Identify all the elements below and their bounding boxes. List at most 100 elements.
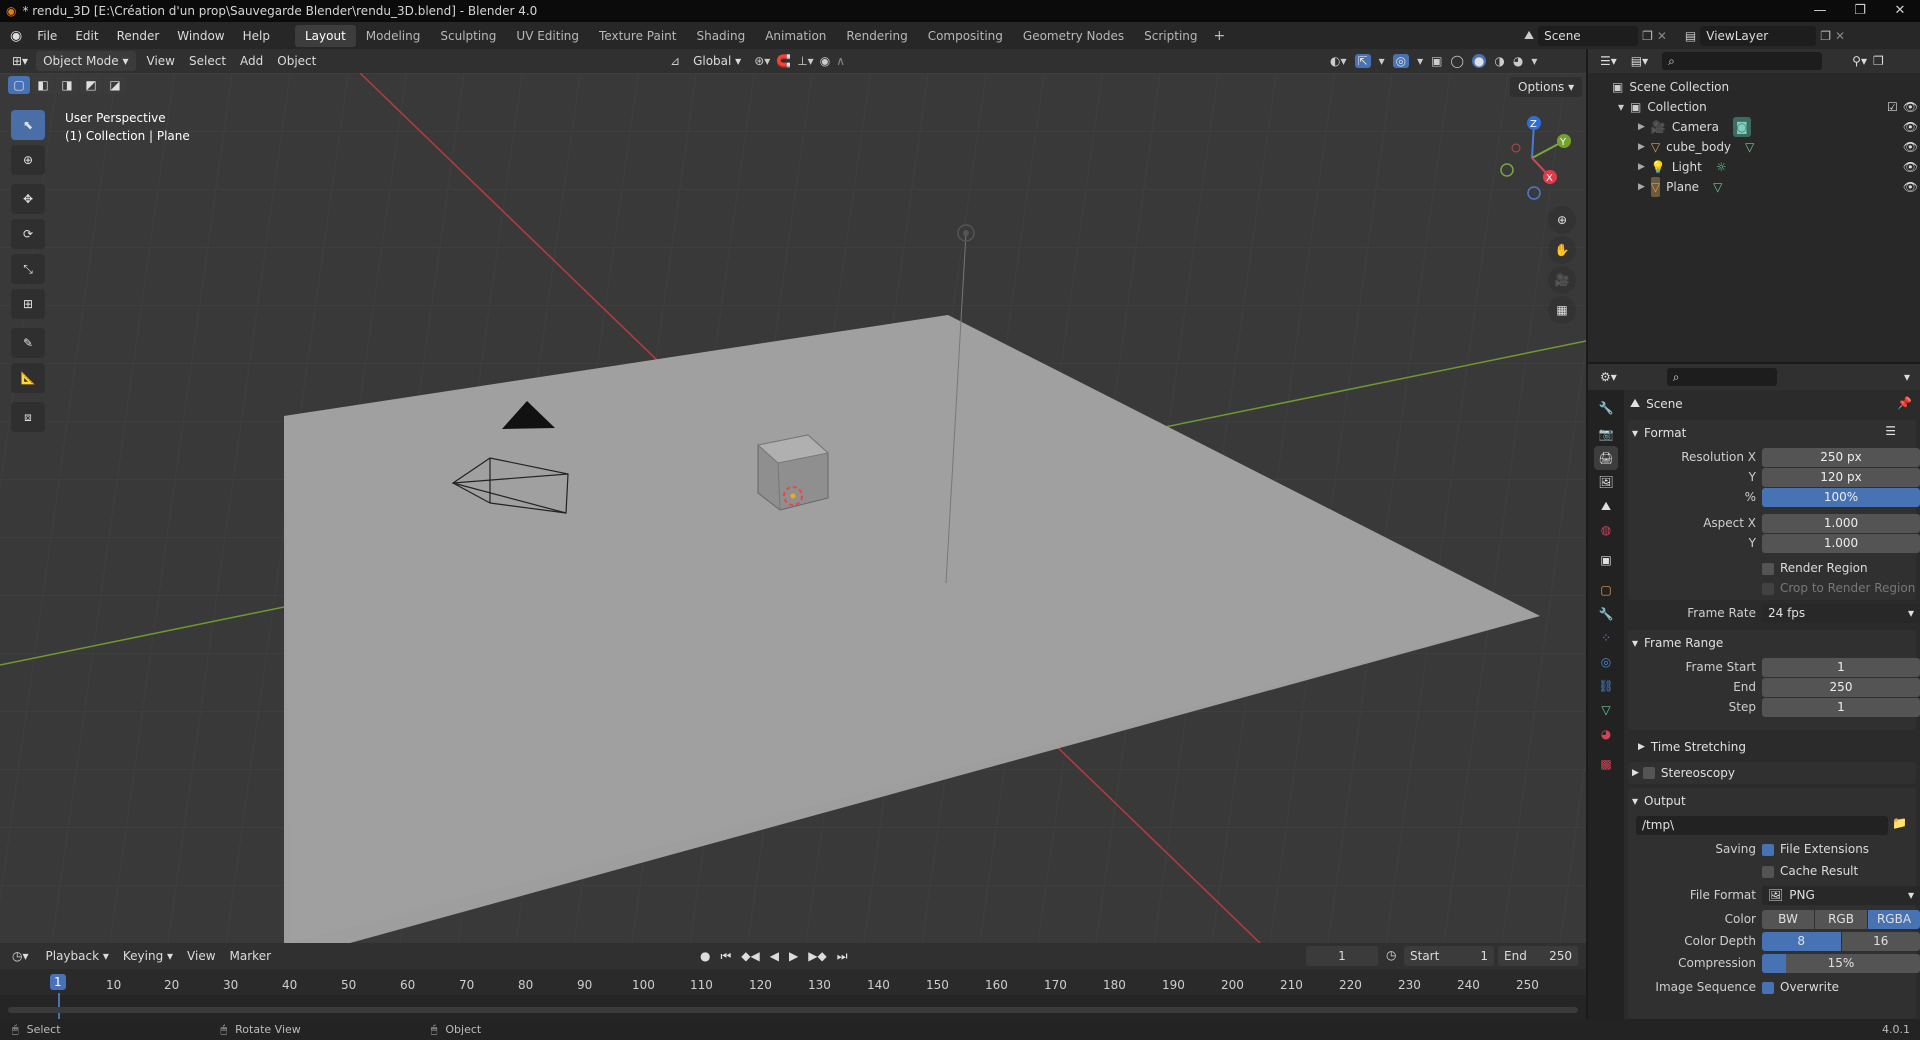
wireframe-shading-icon[interactable]: ◯ — [1450, 54, 1463, 68]
tab-modeling[interactable]: Modeling — [356, 25, 431, 47]
cache-result-checkbox[interactable]: Cache Result — [1762, 862, 1858, 881]
tab-data[interactable]: ▽ — [1594, 698, 1618, 722]
camera-view-button[interactable]: 🎥 — [1548, 266, 1576, 294]
select-invert-icon[interactable]: ◩ — [80, 76, 102, 94]
outliner-scene-collection[interactable]: ▣ Scene Collection — [1612, 77, 1920, 97]
select-new-icon[interactable]: ▢ — [8, 76, 30, 94]
current-frame-marker[interactable]: 1 — [50, 974, 66, 990]
snap-target-icon[interactable]: ⊥▾ — [797, 54, 813, 68]
color-rgb-option[interactable]: RGB — [1815, 910, 1867, 929]
tab-collection[interactable]: ▣ — [1594, 548, 1618, 572]
add-workspace-icon[interactable]: + — [1214, 28, 1226, 44]
end-frame-field[interactable]: End 250 — [1498, 946, 1578, 966]
snap-icon[interactable]: 🧲 — [776, 54, 791, 68]
file-format-dropdown[interactable]: 🖼 PNG ▾ — [1762, 886, 1920, 905]
menu-window[interactable]: Window — [168, 25, 233, 47]
object-mode-dropdown[interactable]: Object Mode ▾ — [36, 51, 136, 71]
tab-uv-editing[interactable]: UV Editing — [506, 25, 589, 47]
menu-object[interactable]: Object — [270, 51, 323, 71]
resolution-pct-field[interactable]: 100% — [1762, 488, 1920, 507]
frame-range-header[interactable]: ▾ Frame Range — [1632, 632, 1723, 654]
resolution-y-field[interactable]: 120 px — [1762, 468, 1920, 487]
orientation-dropdown[interactable]: Global ▾ — [686, 51, 748, 71]
select-intersect-icon[interactable]: ◪ — [104, 76, 126, 94]
folder-icon[interactable]: 📁 — [1892, 816, 1907, 830]
menu-file[interactable]: File — [28, 25, 66, 47]
xray-icon[interactable]: ▣ — [1431, 54, 1442, 68]
delete-view-layer-icon[interactable]: ✕ — [1835, 29, 1845, 43]
color-rgba-option[interactable]: RGBA — [1868, 910, 1920, 929]
annotate-tool[interactable]: ✎ — [11, 328, 45, 358]
tab-geometry-nodes[interactable]: Geometry Nodes — [1013, 25, 1134, 47]
proportional-edit-icon[interactable]: ◉ — [820, 54, 830, 68]
solid-shading-icon[interactable]: ● — [1471, 54, 1487, 68]
viewport-scene[interactable] — [0, 73, 1586, 943]
jump-start-icon[interactable]: ⏮ — [720, 949, 731, 964]
compression-slider[interactable]: 15% — [1762, 954, 1920, 973]
filter-icon[interactable]: ⚲▾ — [1852, 54, 1867, 68]
tab-animation[interactable]: Animation — [755, 25, 836, 47]
clock-icon[interactable]: ◷ — [1386, 948, 1396, 962]
play-icon[interactable]: ▶ — [789, 949, 798, 963]
measure-tool[interactable]: 📐 — [11, 363, 45, 393]
play-reverse-icon[interactable]: ◀ — [770, 949, 779, 963]
expand-arrow-icon[interactable]: ▶ — [1638, 137, 1645, 157]
eye-icon[interactable]: 👁 — [1903, 137, 1918, 157]
mesh-data-icon[interactable]: ▽ — [1745, 137, 1754, 157]
menu-help[interactable]: Help — [234, 25, 279, 47]
menu-marker[interactable]: Marker — [223, 946, 278, 966]
overlays-icon[interactable]: ◎ — [1392, 54, 1410, 68]
frame-rate-dropdown[interactable]: 24 fps ▾ — [1762, 604, 1920, 623]
checkbox-icon[interactable]: ☑ — [1887, 97, 1898, 117]
jump-end-icon[interactable]: ⏭ — [837, 949, 848, 964]
color-bw-option[interactable]: BW — [1762, 910, 1814, 929]
timeline-area[interactable]: 1 10 20 30 40 50 60 70 80 90 100 110 120… — [0, 969, 1586, 1019]
tab-tool[interactable]: 🔧 — [1594, 396, 1618, 420]
minimize-icon[interactable]: — — [1800, 0, 1840, 22]
tab-constraints[interactable]: ⛓ — [1594, 674, 1618, 698]
editor-type-icon[interactable]: ⊞▾ — [12, 54, 28, 68]
tab-rendering[interactable]: Rendering — [836, 25, 917, 47]
tab-render[interactable]: 📷 — [1594, 422, 1618, 446]
next-keyframe-icon[interactable]: ▶◆ — [808, 949, 826, 963]
depth-16-option[interactable]: 16 — [1841, 932, 1920, 951]
camera-data-icon[interactable]: ◙ — [1732, 117, 1751, 137]
tab-compositing[interactable]: Compositing — [918, 25, 1013, 47]
menu-view[interactable]: View — [140, 51, 182, 71]
aspect-y-field[interactable]: 1.000 — [1762, 534, 1920, 553]
navigation-gizmo[interactable]: Z Y X — [1492, 113, 1582, 203]
time-stretching-header[interactable]: ▶ Time Stretching — [1638, 736, 1746, 758]
current-frame-field[interactable]: 1 — [1306, 946, 1378, 966]
display-mode-icon[interactable]: ▤▾ — [1631, 54, 1648, 68]
tab-particles[interactable]: ⁘ — [1594, 626, 1618, 650]
tab-scripting[interactable]: Scripting — [1134, 25, 1207, 47]
visibility-icon[interactable]: ◐▾ — [1330, 54, 1347, 68]
outliner-item-light[interactable]: ▶ 💡 Light ☼ 👁📷 — [1638, 157, 1920, 177]
tab-output[interactable]: 🖨 — [1594, 446, 1618, 470]
properties-editor-icon[interactable]: ⚙▾ — [1600, 370, 1617, 384]
menu-keying[interactable]: Keying ▾ — [116, 946, 180, 966]
ortho-toggle-button[interactable]: ▦ — [1548, 296, 1576, 324]
cursor-tool[interactable]: ⊕ — [11, 145, 45, 175]
blender-menu-icon[interactable]: ◉ — [10, 28, 22, 44]
menu-edit[interactable]: Edit — [66, 25, 107, 47]
frame-step-field[interactable]: 1 — [1762, 698, 1920, 717]
pan-button[interactable]: ✋ — [1548, 236, 1576, 264]
scene-icon[interactable]: ⛰ — [1524, 28, 1534, 43]
tab-layout[interactable]: Layout — [294, 24, 356, 47]
eye-icon[interactable]: 👁 — [1903, 157, 1918, 177]
rendered-shading-icon[interactable]: ◕ — [1513, 54, 1523, 68]
properties-search-input[interactable]: ⌕ — [1666, 368, 1777, 386]
prev-keyframe-icon[interactable]: ◆◀ — [741, 949, 759, 963]
tab-texture-paint[interactable]: Texture Paint — [589, 25, 686, 47]
falloff-icon[interactable]: ∧ — [836, 54, 845, 68]
timeline-scrollbar[interactable] — [8, 1007, 1578, 1013]
stereoscopy-panel[interactable]: ▶ Stereoscopy — [1628, 762, 1916, 784]
aspect-x-field[interactable]: 1.000 — [1762, 514, 1920, 533]
shading-options-icon[interactable]: ▾ — [1531, 54, 1537, 68]
crop-checkbox[interactable]: Crop to Render Region — [1762, 579, 1915, 598]
new-scene-icon[interactable]: ❐ — [1642, 29, 1653, 43]
mesh-data-icon[interactable]: ▽ — [1713, 177, 1722, 197]
options-button[interactable]: Options ▾ — [1510, 77, 1583, 97]
start-frame-field[interactable]: Start 1 — [1404, 946, 1494, 966]
